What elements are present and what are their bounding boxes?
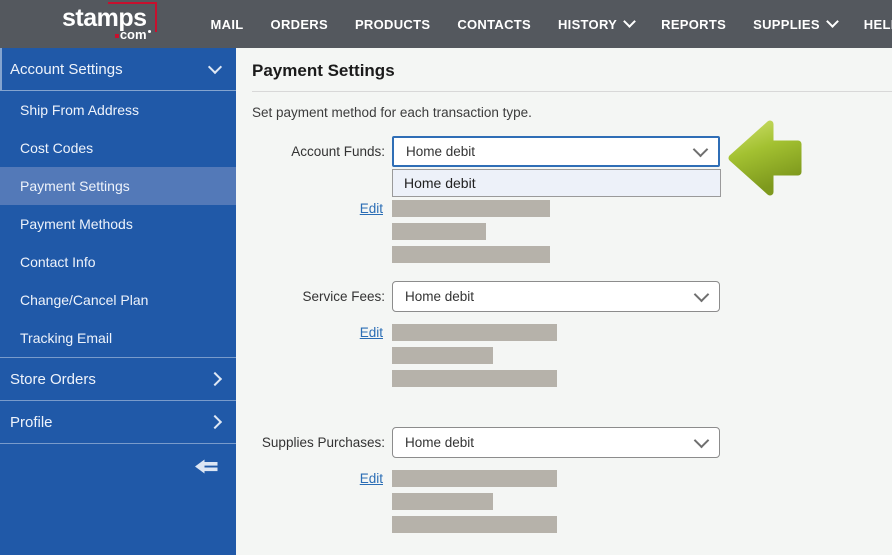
redacted-text-bar: [392, 324, 557, 341]
page-title: Payment Settings: [252, 61, 395, 80]
sidebar-item-change-cancel-plan[interactable]: Change/Cancel Plan: [0, 281, 236, 319]
section-service-fees: Service Fees: Home debit Edit: [252, 281, 876, 387]
service-fees-selected-value: Home debit: [405, 289, 475, 304]
sidebar-item-payment-methods[interactable]: Payment Methods: [0, 205, 236, 243]
supplies-purchases-redacted-details: [392, 470, 557, 533]
chevron-right-icon: [207, 414, 223, 430]
title-divider: [252, 91, 892, 92]
account-funds-edit-link[interactable]: Edit: [360, 201, 383, 216]
section-account-funds: Account Funds: Home debit Home debit Edi…: [252, 120, 876, 263]
logo-dot-icon: [114, 34, 119, 38]
sidebar-item-contact-info[interactable]: Contact Info: [0, 243, 236, 281]
chevron-down-icon: [825, 15, 839, 28]
account-funds-selected-value: Home debit: [406, 144, 476, 159]
sidebar-footer: [0, 443, 236, 488]
sidebar-section-profile[interactable]: Profile: [0, 400, 236, 443]
nav-item-orders[interactable]: ORDERS: [271, 17, 328, 32]
green-arrow-pointer-icon: [728, 120, 802, 196]
chevron-down-icon: [693, 432, 710, 448]
chevron-down-icon: [207, 59, 223, 75]
service-fees-redacted-details: [392, 324, 557, 387]
sidebar-item-ship-from-address[interactable]: Ship From Address: [0, 91, 236, 129]
account-funds-dropdown-list: Home debit: [392, 169, 721, 197]
chevron-down-icon: [623, 15, 637, 28]
section-supplies-purchases: Supplies Purchases: Home debit Edit: [252, 427, 876, 533]
redacted-text-bar: [392, 493, 493, 510]
nav-item-mail[interactable]: MAIL: [211, 17, 244, 32]
nav-item-help[interactable]: HELP: [864, 17, 892, 32]
service-fees-dropdown[interactable]: Home debit: [392, 281, 720, 312]
nav-item-history[interactable]: HISTORY: [558, 15, 637, 32]
redacted-text-bar: [392, 347, 493, 364]
stamps-logo[interactable]: stamps com: [62, 2, 157, 41]
sidebar-section-store-orders[interactable]: Store Orders: [0, 357, 236, 400]
sidebar-item-tracking-email[interactable]: Tracking Email: [0, 319, 236, 357]
sidebar-section-account-settings[interactable]: Account Settings: [0, 48, 236, 91]
account-funds-redacted-details: [392, 200, 550, 263]
dropdown-option-home-debit[interactable]: Home debit: [393, 170, 720, 196]
supplies-purchases-selected-value: Home debit: [405, 435, 475, 450]
service-fees-edit-link[interactable]: Edit: [360, 325, 383, 340]
redacted-text-bar: [392, 370, 557, 387]
supplies-purchases-dropdown[interactable]: Home debit: [392, 427, 720, 458]
payment-settings-page: Payment Settings Set payment method for …: [236, 48, 892, 555]
account-funds-dropdown[interactable]: Home debit: [392, 136, 720, 167]
sidebar-item-cost-codes[interactable]: Cost Codes: [0, 129, 236, 167]
logo-red-bracket-icon: [108, 2, 157, 32]
supplies-purchases-label: Supplies Purchases:: [261, 435, 385, 450]
redacted-text-bar: [392, 223, 486, 240]
main-menu: MAIL ORDERS PRODUCTS CONTACTS HISTORY RE…: [211, 15, 892, 32]
supplies-purchases-edit-link[interactable]: Edit: [360, 471, 383, 486]
logo-wordmark: stamps: [62, 2, 157, 32]
top-nav-bar: stamps com MAIL ORDERS PRODUCTS CONTACTS…: [0, 0, 892, 48]
nav-item-supplies[interactable]: SUPPLIES: [753, 15, 839, 32]
redacted-text-bar: [392, 200, 550, 217]
chevron-down-icon: [693, 286, 710, 302]
account-funds-label: Account Funds:: [291, 144, 385, 159]
nav-item-contacts[interactable]: CONTACTS: [457, 17, 531, 32]
nav-item-products[interactable]: PRODUCTS: [355, 17, 430, 32]
service-fees-label: Service Fees:: [302, 289, 385, 304]
chevron-down-icon: [692, 141, 709, 157]
sidebar-item-payment-settings[interactable]: Payment Settings: [0, 167, 236, 205]
chevron-right-icon: [207, 371, 223, 387]
redacted-text-bar: [392, 516, 557, 533]
collapse-left-icon: [195, 459, 218, 473]
redacted-text-bar: [392, 246, 550, 263]
nav-item-reports[interactable]: REPORTS: [661, 17, 726, 32]
settings-sidebar: Account Settings Ship From Address Cost …: [0, 48, 236, 555]
redacted-text-bar: [392, 470, 557, 487]
collapse-sidebar-button[interactable]: [195, 457, 218, 476]
